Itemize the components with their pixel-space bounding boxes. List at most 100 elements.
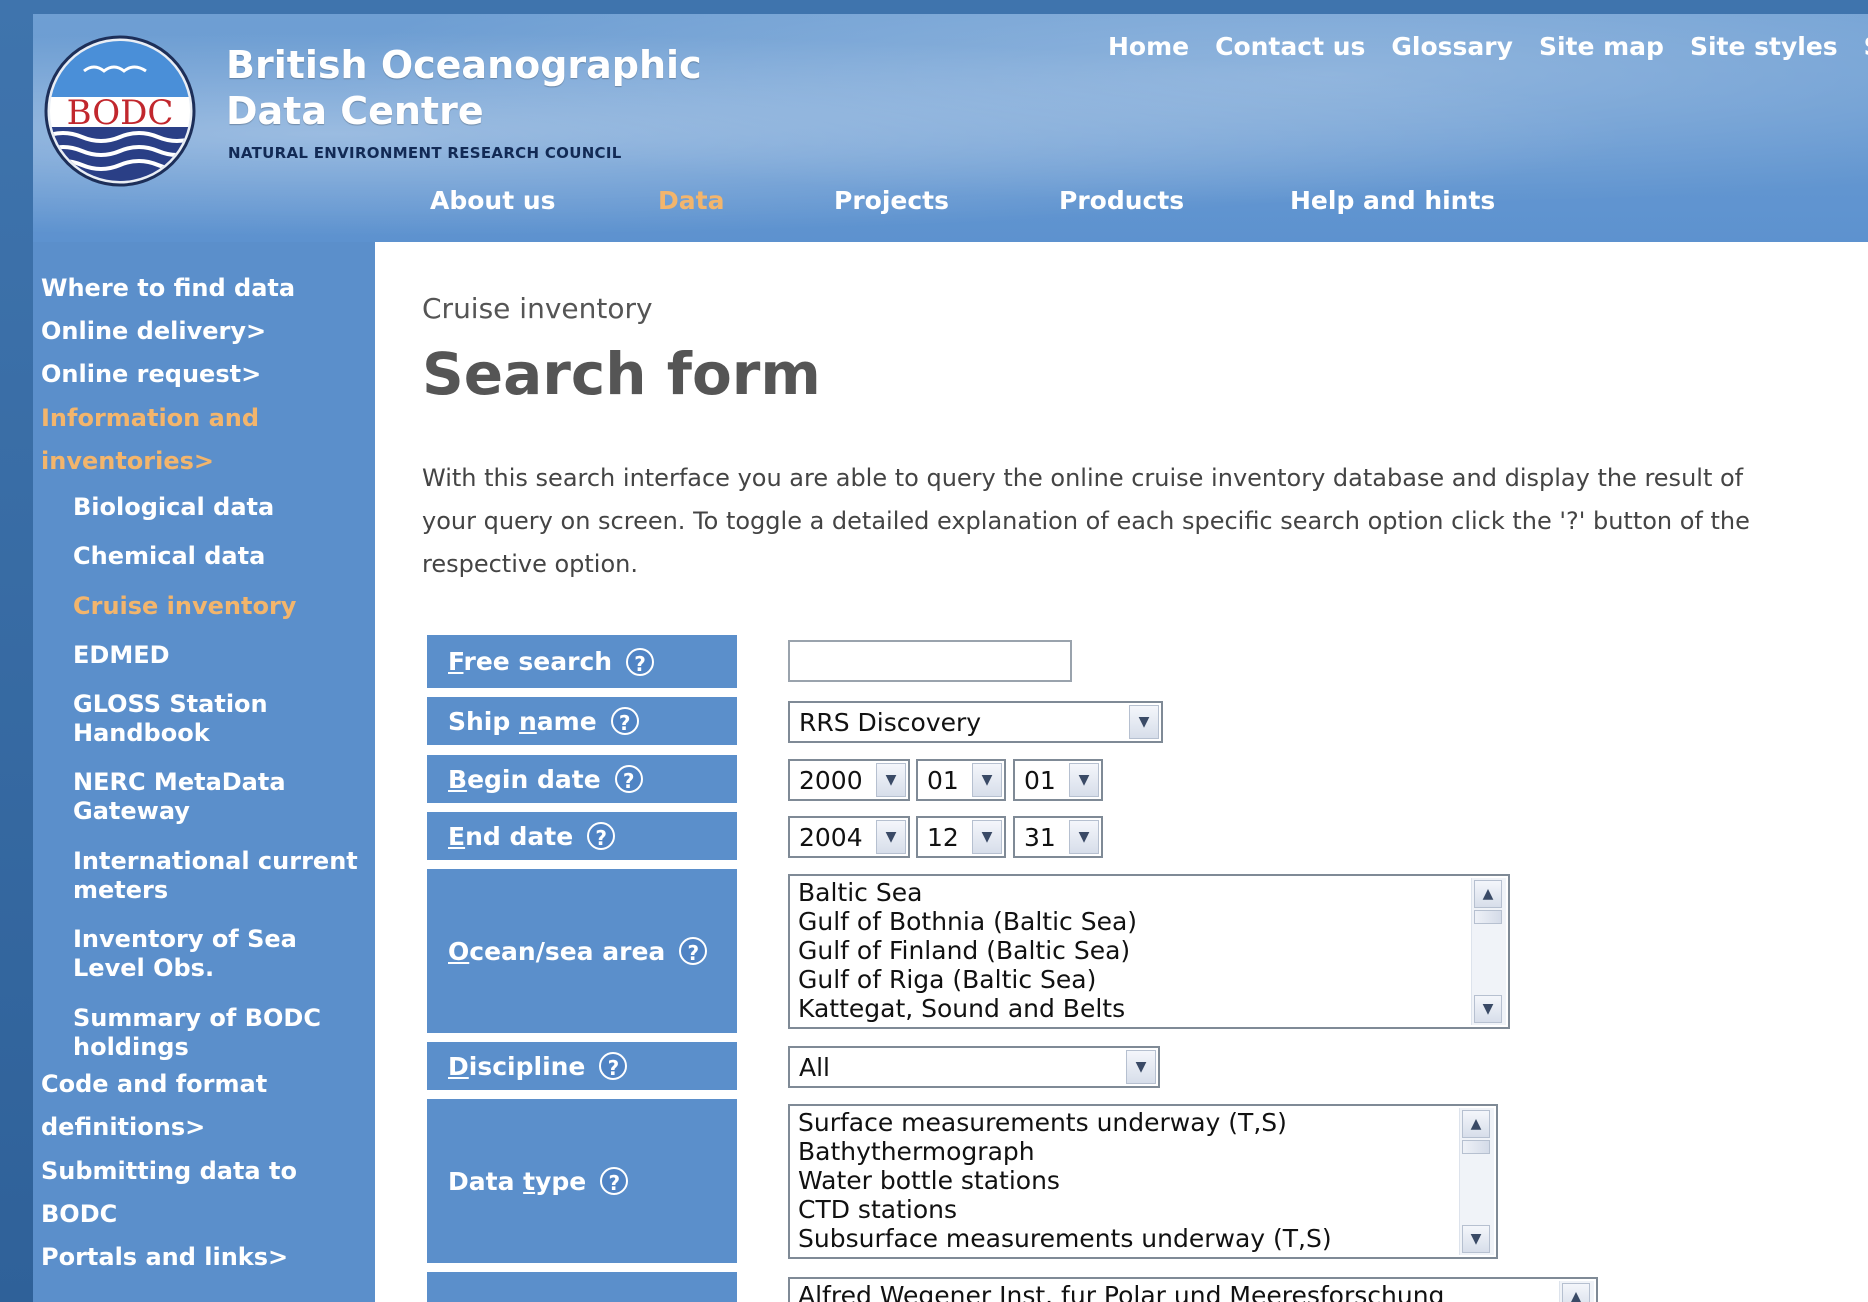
sidebar-item-gloss-station[interactable]: GLOSS Station <box>73 690 268 719</box>
list-item[interactable]: Gulf of Finland (Baltic Sea) <box>798 936 1508 965</box>
list-item[interactable]: Gulf of Bothnia (Baltic Sea) <box>798 907 1508 936</box>
end-date-label: End date ? <box>427 812 737 860</box>
scroll-up-icon[interactable]: ▲ <box>1562 1283 1590 1302</box>
begin-date-label: Begin date ? <box>427 755 737 803</box>
scroll-up-icon[interactable]: ▲ <box>1474 880 1502 908</box>
end-day-value: 31 <box>1024 822 1056 852</box>
ocean-area-help-icon[interactable]: ? <box>679 937 708 965</box>
data-type-scrollbar[interactable]: ▲ ▼ <box>1459 1108 1494 1255</box>
sidebar-item-current-meters[interactable]: meters <box>73 876 168 905</box>
sidebar-item-portals-and-links[interactable]: Portals and links> <box>41 1243 288 1272</box>
end-day-select[interactable]: 31 ▼ <box>1013 816 1103 858</box>
list-item[interactable]: Baltic Sea <box>798 878 1508 907</box>
nav-data[interactable]: Data <box>658 186 834 215</box>
sidebar-item-online-request[interactable]: Online request> <box>41 360 261 389</box>
chevron-down-icon[interactable]: ▼ <box>1129 705 1159 739</box>
chevron-down-icon[interactable]: ▼ <box>1126 1050 1156 1084</box>
top-link-contact-us[interactable]: Contact us <box>1215 32 1365 61</box>
list-item[interactable]: Water bottle stations <box>798 1166 1496 1195</box>
discipline-label: Discipline ? <box>427 1042 737 1090</box>
list-item[interactable]: Kattegat, Sound and Belts <box>798 994 1508 1023</box>
data-type-listbox[interactable]: Surface measurements underway (T,S) Bath… <box>788 1104 1498 1259</box>
main-content: Cruise inventory Search form With this s… <box>375 242 1868 1302</box>
top-link-site-styles[interactable]: Site styles <box>1690 32 1838 61</box>
discipline-help-icon[interactable]: ? <box>599 1052 628 1080</box>
list-item[interactable]: Bathythermograph <box>798 1137 1496 1166</box>
institution-label <box>427 1272 737 1302</box>
chevron-down-icon[interactable]: ▼ <box>1069 820 1099 854</box>
end-year-value: 2004 <box>799 822 863 852</box>
list-item[interactable]: CTD stations <box>798 1195 1496 1224</box>
bodc-logo[interactable]: BODC <box>44 35 196 187</box>
chevron-down-icon[interactable]: ▼ <box>1069 763 1099 797</box>
chevron-down-icon[interactable]: ▼ <box>876 820 906 854</box>
sidebar-item-submitting-data-to[interactable]: Submitting data to <box>41 1157 297 1186</box>
sidebar-item-edmed[interactable]: EDMED <box>73 641 170 670</box>
sidebar-item-gloss-handbook[interactable]: Handbook <box>73 719 210 748</box>
scroll-up-icon[interactable]: ▲ <box>1462 1110 1490 1138</box>
nav-projects[interactable]: Projects <box>834 186 1059 215</box>
ocean-area-listbox[interactable]: Baltic Sea Gulf of Bothnia (Baltic Sea) … <box>788 874 1510 1029</box>
sidebar-item-level-obs[interactable]: Level Obs. <box>73 954 214 983</box>
nav-products[interactable]: Products <box>1059 186 1290 215</box>
begin-date-help-icon[interactable]: ? <box>614 765 643 793</box>
end-month-value: 12 <box>927 822 959 852</box>
institution-scrollbar[interactable]: ▲ <box>1559 1281 1594 1302</box>
institution-listbox[interactable]: Alfred Wegener Inst. fur Polar und Meere… <box>788 1277 1598 1302</box>
sidebar-item-where-to-find-data[interactable]: Where to find data <box>41 274 295 303</box>
sidebar-item-code-and-format[interactable]: Code and format <box>41 1070 267 1099</box>
ocean-area-scrollbar[interactable]: ▲ ▼ <box>1471 878 1506 1025</box>
free-search-input[interactable] <box>788 640 1072 682</box>
top-link-search[interactable]: Se <box>1864 32 1868 61</box>
data-type-label: Data type ? <box>427 1099 737 1263</box>
ship-name-help-icon[interactable]: ? <box>610 707 639 735</box>
sidebar-item-inventories[interactable]: inventories> <box>41 447 214 476</box>
sidebar-item-information-and[interactable]: Information and <box>41 404 259 433</box>
top-link-home[interactable]: Home <box>1108 32 1189 61</box>
ship-name-select[interactable]: RRS Discovery ▼ <box>788 701 1163 743</box>
nav-about-us[interactable]: About us <box>430 186 658 215</box>
list-item[interactable]: Surface measurements underway (T,S) <box>798 1108 1496 1137</box>
chevron-down-icon[interactable]: ▼ <box>972 820 1002 854</box>
org-title-line1: British Oceanographic <box>226 43 702 87</box>
begin-year-select[interactable]: 2000 ▼ <box>788 759 910 801</box>
sidebar-item-inventory-of-sea[interactable]: Inventory of Sea <box>73 925 297 954</box>
chevron-down-icon[interactable]: ▼ <box>972 763 1002 797</box>
intro-line-2: your query on screen. To toggle a detail… <box>422 507 1750 535</box>
intro-text: With this search interface you are able … <box>422 457 1868 586</box>
free-search-help-icon[interactable]: ? <box>626 647 655 676</box>
sidebar-item-cruise-inventory[interactable]: Cruise inventory <box>73 592 296 621</box>
chevron-down-icon[interactable]: ▼ <box>876 763 906 797</box>
list-item[interactable]: Alfred Wegener Inst. fur Polar und Meere… <box>798 1281 1596 1302</box>
scrollbar-thumb[interactable] <box>1474 910 1502 924</box>
sidebar-item-definitions[interactable]: definitions> <box>41 1113 205 1142</box>
sidebar-item-holdings[interactable]: holdings <box>73 1033 189 1062</box>
sidebar-item-nerc-metadata[interactable]: NERC MetaData <box>73 768 286 797</box>
sidebar-item-nerc-gateway[interactable]: Gateway <box>73 797 190 826</box>
sidebar-item-online-delivery[interactable]: Online delivery> <box>41 317 266 346</box>
begin-day-select[interactable]: 01 ▼ <box>1013 759 1103 801</box>
data-type-help-icon[interactable]: ? <box>600 1167 629 1195</box>
sidebar-item-bodc[interactable]: BODC <box>41 1200 117 1229</box>
scroll-down-icon[interactable]: ▼ <box>1474 995 1502 1023</box>
sidebar-item-biological-data[interactable]: Biological data <box>73 493 274 522</box>
sidebar-item-summary-of-bodc[interactable]: Summary of BODC <box>73 1004 321 1033</box>
discipline-select[interactable]: All ▼ <box>788 1046 1160 1088</box>
nav-help-and-hints[interactable]: Help and hints <box>1290 186 1495 215</box>
sidebar-item-chemical-data[interactable]: Chemical data <box>73 542 265 571</box>
list-item[interactable]: Gulf of Riga (Baltic Sea) <box>798 965 1508 994</box>
breadcrumb: Cruise inventory <box>422 292 653 325</box>
top-link-site-map[interactable]: Site map <box>1539 32 1664 61</box>
ship-name-label: Ship name ? <box>427 697 737 745</box>
discipline-value: All <box>799 1052 830 1082</box>
scrollbar-thumb[interactable] <box>1462 1140 1490 1154</box>
begin-month-select[interactable]: 01 ▼ <box>916 759 1006 801</box>
end-month-select[interactable]: 12 ▼ <box>916 816 1006 858</box>
sidebar-item-international-current[interactable]: International current <box>73 847 358 876</box>
list-item[interactable]: Subsurface measurements underway (T,S) <box>798 1224 1496 1253</box>
top-link-glossary[interactable]: Glossary <box>1391 32 1513 61</box>
end-year-select[interactable]: 2004 ▼ <box>788 816 910 858</box>
scroll-down-icon[interactable]: ▼ <box>1462 1225 1490 1253</box>
free-search-label: Free search ? <box>427 635 737 688</box>
end-date-help-icon[interactable]: ? <box>587 822 616 850</box>
